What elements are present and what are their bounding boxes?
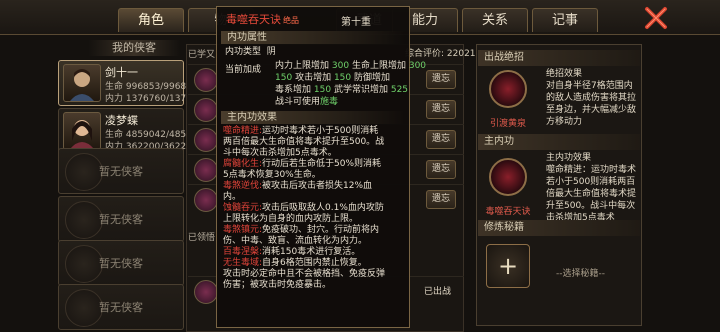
hero-name: 凌梦蝶 (105, 114, 138, 127)
main-inner-skill-label: 毒噬吞天诀 (485, 207, 531, 217)
ultimate-skill-label: 引渡黄泉 (489, 119, 526, 129)
section-effects: 主内功效果 (221, 111, 405, 124)
effect-line: 伤害；被攻击时免疫暴击。 (223, 280, 332, 290)
section-main-inner: 主内功 (478, 134, 640, 150)
effect-line: 内。 (223, 192, 242, 202)
equipped-label: 已出战 (424, 287, 452, 297)
effect-line: 百毒涅槃:消耗150毒术进行复活。 (223, 247, 361, 257)
type-line: 内功类型 阴 (225, 47, 276, 57)
effect-line: 两百倍最大生命值将毒术提升至500。战 (223, 137, 385, 147)
overall-score: 综合评价: 220210 (405, 49, 482, 59)
close-icon[interactable] (642, 4, 670, 32)
my-heroes-title: 我的侠客 (88, 40, 180, 56)
learned-label: 已学又 (188, 50, 216, 60)
effect-line: 斗中每次击杀增加5点毒术。 (223, 148, 337, 158)
effect-line: 5点毒术恢复30%生命。 (223, 170, 321, 180)
ultimate-skill-text: 绝招效果 对自身半径7格范围内 的敌人造成伤害将其拉 至身边，并大幅减少敌 方移… (546, 69, 637, 127)
main-inner-skill-text: 主内功效果 噬命精进：运功时毒术 若小于500则消耗两百 倍最大生命值将毒术提 … (546, 153, 637, 223)
effect-line: 攻击时必定命中且不会被格挡、免疫反弹 (223, 269, 386, 279)
skill-icon (194, 188, 218, 212)
section-ultimate: 出战绝招 (478, 50, 640, 66)
forget-button[interactable]: 遗忘 (426, 70, 456, 89)
avatar (63, 112, 101, 150)
effect-line: 毒煞镇元:免疫破功、封穴。行动前将内 (223, 225, 380, 235)
tab-relations[interactable]: 关系 (462, 8, 528, 32)
main-inner-skill-icon[interactable] (489, 158, 527, 196)
section-attributes: 内功属性 (221, 31, 405, 44)
effect-line: 毒煞逆伐:被攻击后攻击者损失12%血 (223, 181, 373, 191)
effect-line: 无生毒域:自身6格范围内禁止恢复。 (223, 258, 367, 268)
select-manual-label: --选择秘籍-- (556, 269, 605, 279)
hero-card-1[interactable]: 剑十一 生命 996853/996853 内力 1376760/1376760 (58, 60, 209, 106)
section-manual: 修炼秘籍 (478, 220, 640, 236)
tab-character[interactable]: 角色 (118, 8, 184, 32)
empty-label: 暂无侠客 (99, 257, 143, 270)
empty-label: 暂无侠客 (99, 301, 143, 314)
empty-slot[interactable]: 暂无侠客 (58, 196, 184, 242)
effect-line: 噬命精进:运功时毒术若小于500则消耗 (223, 126, 379, 136)
effect-line: 腐髓化生:行动后若生命低于50%则消耗 (223, 159, 382, 169)
skill-icon (194, 128, 218, 152)
avatar (63, 64, 101, 102)
effect-list: 噬命精进:运功时毒术若小于500则消耗 两百倍最大生命值将毒术提升至500。战 … (223, 126, 407, 291)
skill-icon (194, 158, 218, 182)
empty-slot[interactable]: 暂无侠客 (58, 148, 184, 194)
ultimate-skill-icon[interactable] (489, 70, 527, 108)
current-bonus-label: 当前加成 (225, 65, 262, 75)
skill-level: 第十重 (341, 17, 371, 28)
empty-label: 暂无侠客 (99, 213, 143, 226)
forget-button[interactable]: 遗忘 (426, 130, 456, 149)
empty-slot[interactable]: 暂无侠客 (58, 284, 184, 330)
add-manual-button[interactable]: + (486, 244, 530, 288)
skill-tooltip: 毒噬吞天诀 绝品 第十重 内功属性 内功类型 阴 当前加成 内力上限增加 300 … (216, 6, 426, 328)
effect-line: 伤、中毒、致盲、流血转化为内力。 (223, 236, 368, 246)
bonus-line: 150 攻击增加 150 防御增加 (275, 73, 391, 83)
skill-icon (194, 280, 218, 304)
forget-button[interactable]: 遗忘 (426, 190, 456, 209)
effect-line: 蚀髓吞元:攻击后吸取敌人0.1%血内攻防 (223, 203, 384, 213)
forget-button[interactable]: 遗忘 (426, 100, 456, 119)
quality-badge: 绝品 (283, 16, 299, 25)
fight-line: 战斗可使用施毒 (275, 97, 339, 107)
forget-button[interactable]: 遗忘 (426, 160, 456, 179)
tab-journal[interactable]: 记事 (532, 8, 598, 32)
empty-label: 暂无侠客 (99, 165, 143, 178)
skill-icon (194, 98, 218, 122)
effect-line: 上限转化为自身的血内攻防上限。 (223, 214, 359, 224)
empty-slot[interactable]: 暂无侠客 (58, 240, 184, 286)
skill-title: 毒噬吞天诀 绝品 (226, 13, 299, 26)
hero-name: 剑十一 (105, 66, 138, 79)
bonus-line: 毒系增加 150 武学常识增加 525 (275, 85, 409, 95)
skill-icon (194, 68, 218, 92)
comprehended-label: 已领悟 (188, 233, 216, 243)
bonus-line: 内力上限增加 300 生命上限增加 300 (275, 61, 427, 71)
